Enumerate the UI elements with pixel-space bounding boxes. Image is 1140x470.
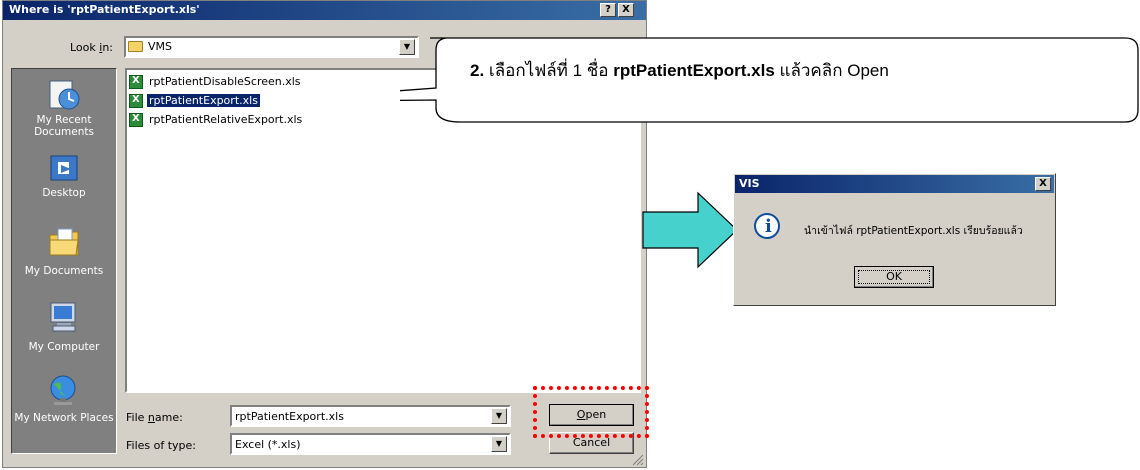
- place-label: My Documents: [24, 265, 104, 277]
- file-type-label: Files of type:: [126, 439, 197, 452]
- file-name: rptPatientDisableScreen.xls: [149, 75, 301, 88]
- file-name-input[interactable]: rptPatientExport.xls: [235, 410, 344, 423]
- file-name: rptPatientExport.xls: [147, 94, 260, 107]
- places-bar: My Recent Documents Desktop My Documents: [11, 68, 117, 454]
- ok-button[interactable]: OK: [854, 266, 934, 288]
- folder-icon: [128, 41, 143, 52]
- file-name-combo[interactable]: rptPatientExport.xls ▼: [230, 405, 511, 427]
- message-box: VIS X i นำเข้าไฟล์ rptPatientExport.xls …: [733, 173, 1056, 306]
- file-type-value: Excel (*.xls): [235, 438, 301, 451]
- file-name: rptPatientRelativeExport.xls: [149, 113, 303, 126]
- close-button[interactable]: X: [618, 3, 634, 17]
- excel-file-icon: [129, 113, 143, 127]
- message-title: VIS: [739, 177, 760, 190]
- dialog-title-bar[interactable]: Where is 'rptPatientExport.xls' ? X: [3, 1, 646, 20]
- look-in-value: VMS: [148, 40, 172, 53]
- look-in-combo[interactable]: VMS ▼: [124, 36, 419, 58]
- excel-file-icon: [129, 94, 143, 108]
- dialog-title: Where is 'rptPatientExport.xls': [9, 3, 200, 16]
- file-type-combo[interactable]: Excel (*.xls) ▼: [230, 433, 511, 455]
- desktop-icon: [50, 155, 78, 181]
- my-documents-icon: [49, 228, 79, 256]
- my-computer-icon: [50, 302, 76, 332]
- look-in-label: Look in:: [70, 41, 114, 54]
- message-text: นำเข้าไฟล์ rptPatientExport.xls เรียบร้อ…: [804, 225, 1023, 237]
- place-label: My Computer: [28, 341, 100, 353]
- chevron-down-icon[interactable]: ▼: [491, 408, 507, 424]
- excel-file-icon: [129, 75, 143, 89]
- place-label: My Recent Documents: [34, 114, 94, 138]
- network-places-icon: [50, 375, 76, 405]
- open-highlight: [533, 386, 649, 438]
- callout-text: 2. เลือกไฟล์ที่ 1 ชื่อ rptPatientExport.…: [470, 61, 889, 80]
- place-label: Desktop: [42, 187, 86, 199]
- place-label: My Network Places: [14, 412, 114, 424]
- file-name-label: File name:: [126, 411, 183, 424]
- chevron-down-icon[interactable]: ▼: [491, 436, 507, 452]
- message-close-button[interactable]: X: [1035, 177, 1051, 191]
- recent-documents-icon: [49, 80, 80, 110]
- resize-grip-icon[interactable]: [631, 453, 644, 466]
- arrow-right-icon: [642, 191, 738, 269]
- help-button[interactable]: ?: [600, 3, 616, 17]
- info-icon: i: [754, 213, 780, 239]
- message-title-bar[interactable]: VIS X: [735, 175, 1054, 193]
